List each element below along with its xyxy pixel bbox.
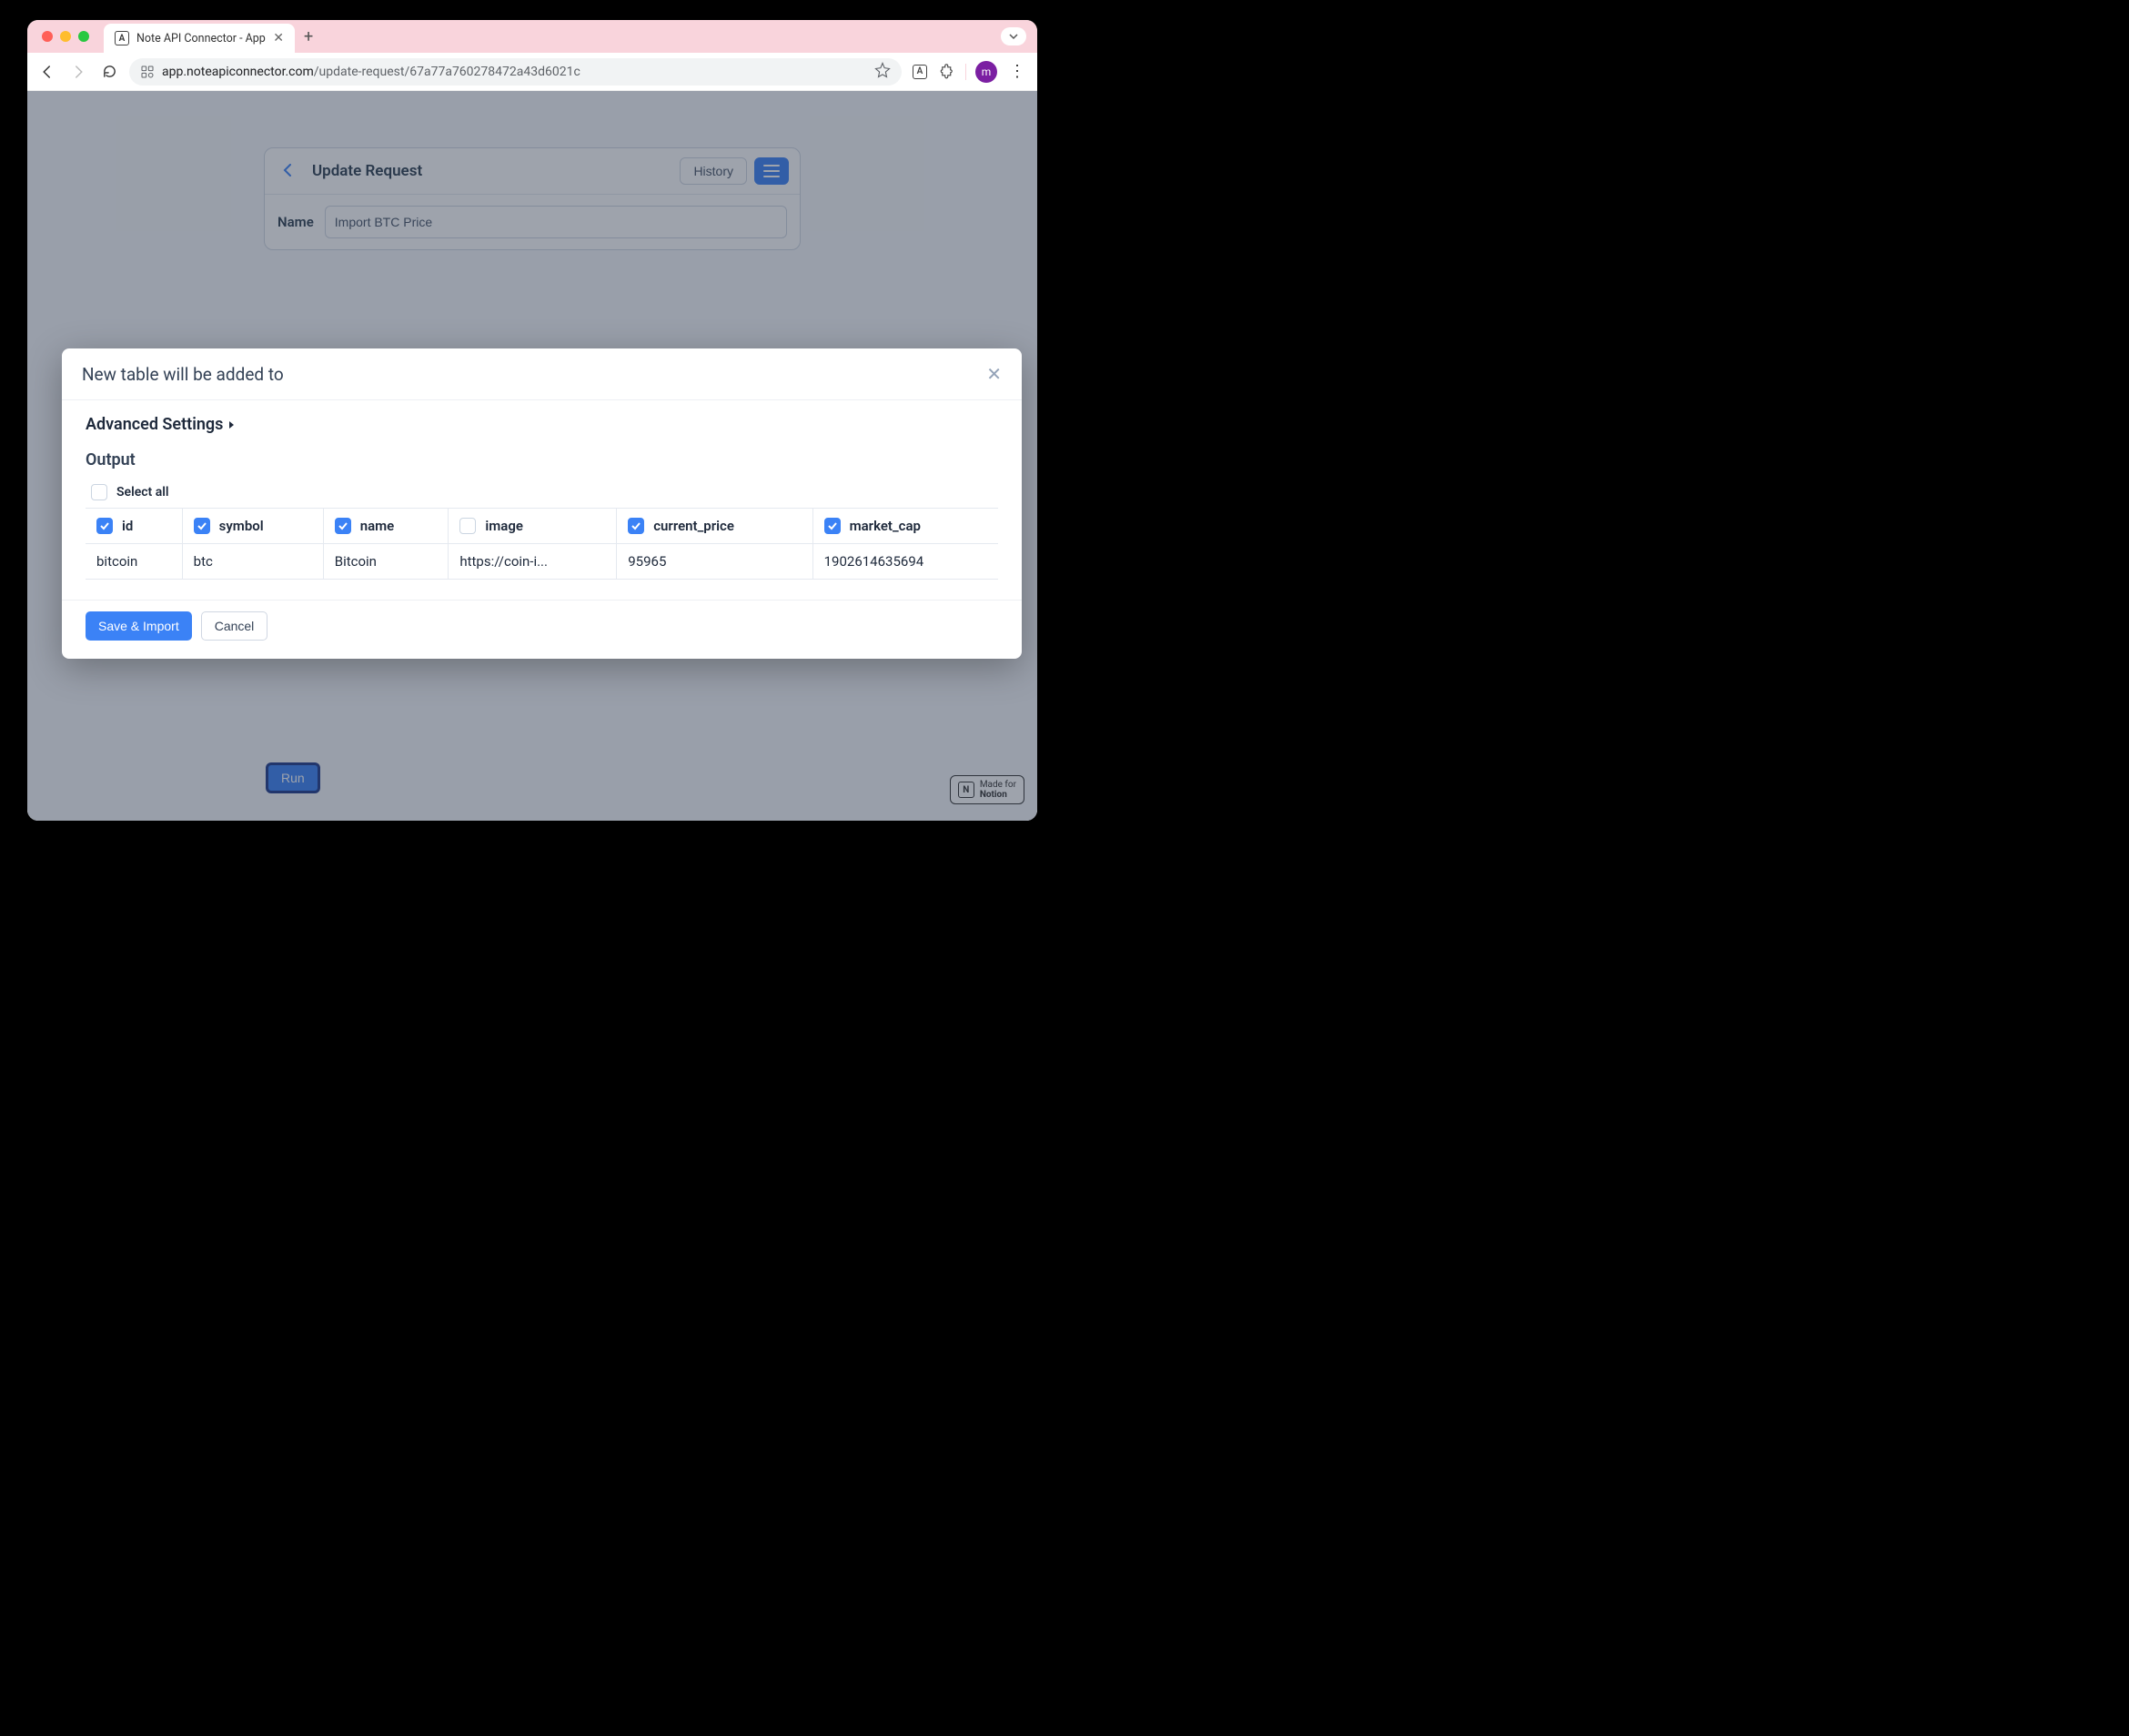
column-checkbox-id[interactable] [96,518,113,534]
traffic-lights [42,31,89,42]
new-tab-button[interactable]: + [304,27,313,46]
tab-strip: A Note API Connector - App ✕ + [27,20,1037,53]
tab-favicon-icon: A [115,31,129,45]
column-header-name: name [360,518,395,534]
table-row: bitcoin btc Bitcoin https://coin-i... 95… [86,544,998,580]
column-checkbox-symbol[interactable] [194,518,210,534]
output-modal: New table will be added to ✕ Advanced Se… [62,348,1022,659]
cancel-button[interactable]: Cancel [201,611,268,641]
tab-close-icon[interactable]: ✕ [273,31,284,45]
column-header-market-cap: market_cap [850,518,921,534]
reload-button[interactable] [98,61,120,83]
cell-current-price: 95965 [617,544,812,580]
modal-header: New table will be added to ✕ [62,348,1022,400]
output-heading: Output [86,450,998,469]
column-checkbox-market-cap[interactable] [824,518,841,534]
browser-menu-button[interactable]: ⋮ [1006,61,1028,83]
cell-image: https://coin-i... [449,544,617,580]
page-content: Update Request History Name Run N Made f… [27,91,1037,821]
table-header-row: id symbol name [86,509,998,544]
cell-id: bitcoin [86,544,182,580]
advanced-settings-toggle[interactable]: Advanced Settings [86,415,998,434]
extension-a-icon[interactable]: A [911,63,929,81]
select-all-row: Select all [86,484,998,508]
column-checkbox-name[interactable] [335,518,351,534]
modal-body: Advanced Settings Output Select all [62,400,1022,583]
url-input[interactable]: app.noteapiconnector.com/update-request/… [129,58,902,86]
column-header-image: image [485,518,523,534]
browser-window: A Note API Connector - App ✕ + app.notea… [27,20,1037,821]
bookmark-star-icon[interactable] [874,62,891,82]
column-header-symbol: symbol [219,518,264,534]
modal-footer: Save & Import Cancel [62,600,1022,641]
site-settings-icon[interactable] [140,65,155,79]
window-close-button[interactable] [42,31,53,42]
select-all-label: Select all [116,485,169,500]
tabs-dropdown-button[interactable] [1001,27,1026,45]
chevron-right-icon [228,420,236,429]
column-checkbox-current-price[interactable] [628,518,644,534]
extensions-icon[interactable] [938,63,956,81]
tab-title: Note API Connector - App [136,32,266,45]
nav-forward-button[interactable] [67,61,89,83]
profile-avatar[interactable]: m [975,61,997,83]
window-maximize-button[interactable] [78,31,89,42]
address-bar: app.noteapiconnector.com/update-request/… [27,53,1037,91]
window-minimize-button[interactable] [60,31,71,42]
column-checkbox-image[interactable] [459,518,476,534]
output-table: id symbol name [86,508,998,580]
nav-back-button[interactable] [36,61,58,83]
column-header-current-price: current_price [653,518,734,534]
column-header-id: id [122,518,133,534]
modal-title: New table will be added to [82,364,284,385]
save-import-button[interactable]: Save & Import [86,611,192,641]
url-text: app.noteapiconnector.com/update-request/… [162,65,580,79]
cell-symbol: btc [182,544,323,580]
modal-close-button[interactable]: ✕ [986,363,1002,385]
cell-name: Bitcoin [323,544,449,580]
cell-market-cap: 1902614635694 [812,544,998,580]
toolbar-divider [965,64,966,80]
browser-tab[interactable]: A Note API Connector - App ✕ [104,24,295,53]
select-all-checkbox[interactable] [91,484,107,500]
